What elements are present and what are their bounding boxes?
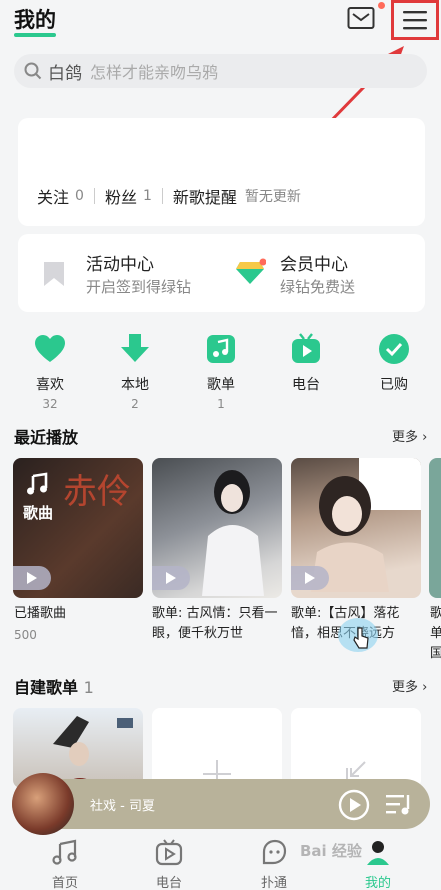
activity-center-title: 活动中心 [86,255,154,275]
header: 我的 [0,0,441,48]
tab-radio[interactable]: 电台 [129,838,209,890]
play-button[interactable] [152,566,190,590]
member-center[interactable]: 会员中心 绿钻免费送 [234,248,414,300]
member-center-subtitle: 绿钻免费送 [280,278,356,296]
divider [93,188,95,204]
quick-item-count: 1 [217,397,225,411]
quick-item-radio[interactable]: 电台 [276,332,336,394]
search-icon [24,62,42,80]
tile-overlay-label: 歌曲 [23,504,54,522]
quick-item-count: 2 [131,397,139,411]
cover-art [202,470,264,596]
mail-icon[interactable] [347,6,375,30]
quick-item-local[interactable]: 本地 2 [105,332,165,411]
page-title: 我的 [14,8,56,32]
fans-label[interactable]: 粉丝 [105,184,137,208]
following-count[interactable]: 0 [75,188,84,204]
play-icon [166,572,176,584]
bookmark-icon [44,262,64,286]
tile-count: 500 [14,628,37,642]
quick-item-purchased[interactable]: 已购 [364,332,424,394]
member-center-title: 会员中心 [280,255,348,275]
quick-item-label: 本地 [121,377,149,393]
playlist-count: 1 [83,678,94,697]
music-note-icon [52,839,77,865]
create-playlist-button[interactable] [152,708,282,788]
chat-face-icon [262,839,287,865]
search-placeholder: 怎样才能亲吻乌鸦 [90,63,219,82]
heart-icon [35,335,65,362]
album-art[interactable] [12,773,74,835]
search-keyword: 白鸽 [48,63,82,84]
mini-player[interactable]: 社戏 - 司夏 [12,773,430,835]
import-playlist-button[interactable] [291,708,421,788]
quick-item-label: 已购 [380,377,408,393]
new-song-status: 暂无更新 [244,189,301,205]
menu-button[interactable] [391,0,439,40]
quick-item-label: 电台 [292,377,320,393]
playlist-queue-icon[interactable] [386,793,412,817]
music-note-icon [207,335,235,363]
play-icon [27,572,37,584]
quick-item-count: 32 [42,397,58,411]
tab-label: 我的 [364,876,391,890]
hand-cursor-icon [353,627,369,649]
play-circle-icon[interactable] [338,789,370,821]
tab-label: 电台 [155,876,182,890]
download-icon [121,334,149,362]
play-button[interactable] [13,566,51,590]
radio-tv-icon [155,839,183,866]
divider [161,188,163,204]
tile-caption: 已播歌曲 [14,606,67,621]
cover-art: 赤伶 [63,472,131,512]
recent-tile-playlist-1[interactable] [152,458,282,598]
more-label: 更多 [392,430,419,445]
notification-dot [378,2,385,9]
person-icon [367,841,389,865]
playlists-section-title: 自建歌单 1 [14,674,94,698]
activity-center[interactable]: 活动中心 开启签到得绿钻 [40,248,220,300]
watermark-logo: Bai 经验 [300,842,362,860]
tile-caption: 歌单: 古风情：只看一眼，便千秋万世 [152,606,278,641]
fans-count[interactable]: 1 [143,188,152,204]
music-note-icon [27,472,48,495]
recent-section-title: 最近播放 [14,428,79,447]
recent-tile-partial[interactable] [429,458,441,598]
play-button[interactable] [291,566,329,590]
recent-tile-playlist-2[interactable] [291,458,421,598]
check-icon [379,334,409,364]
following-label[interactable]: 关注 [37,184,69,208]
new-song-label[interactable]: 新歌提醒 [173,184,237,208]
tab-label: 扑通 [260,876,287,890]
profile-stats: 关注 0 粉丝 1 新歌提醒 暂无更新 [37,184,301,208]
green-diamond-icon [236,258,266,284]
tab-home[interactable]: 首页 [25,838,105,890]
hamburger-menu-icon [403,11,427,30]
playlists-more-link[interactable]: 更多 › [392,676,427,695]
play-icon [305,572,315,584]
radio-tv-icon [292,333,320,363]
quick-item-like[interactable]: 喜欢 32 [20,332,80,411]
activity-center-subtitle: 开启签到得绿钻 [86,278,192,296]
tile-caption: 歌单国 [430,606,441,661]
tab-label: 首页 [51,876,78,890]
recent-more-link[interactable]: 更多 › [392,426,427,445]
section-title-text: 自建歌单 [14,678,79,697]
title-underline [14,33,56,37]
more-label: 更多 [392,680,419,695]
quick-item-label: 歌单 [207,377,235,393]
profile-card [18,118,425,226]
recent-tile-played[interactable]: 赤伶 歌曲 [13,458,143,598]
search-bar[interactable]: 白鸽 怎样才能亲吻乌鸦 [14,54,427,88]
quick-item-playlist[interactable]: 歌单 1 [191,332,251,411]
now-playing-song: 社戏 - 司夏 [90,799,155,814]
quick-item-label: 喜欢 [36,377,64,393]
